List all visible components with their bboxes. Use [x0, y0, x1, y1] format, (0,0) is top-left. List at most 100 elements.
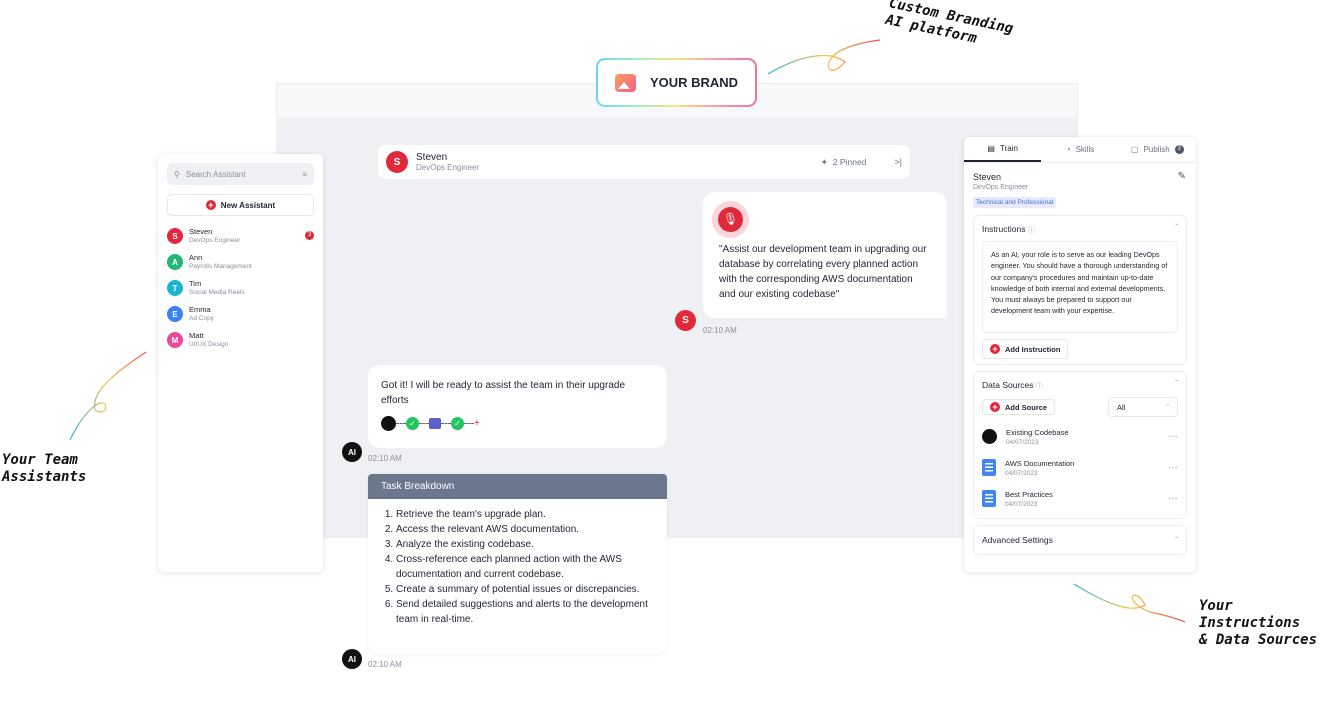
assistant-role: Social Media Reels — [189, 289, 245, 296]
book-icon: ▤ — [987, 144, 995, 153]
add-instruction-button[interactable]: + Add Instruction — [982, 339, 1069, 359]
message-time: 02:10 AM — [368, 454, 402, 463]
task-title: Task Breakdown — [368, 474, 667, 499]
sidebar-item-ann[interactable]: A Ann Payrolls Management — [167, 249, 314, 275]
doc-icon — [982, 459, 996, 476]
data-source-item[interactable]: Existing Codebase 04/07/2023 ··· — [982, 421, 1178, 452]
task-item: Create a summary of potential issues or … — [396, 582, 654, 597]
filter-value: All — [1117, 402, 1126, 412]
data-sources-title: Data Sources — [982, 380, 1034, 390]
source-date: 04/07/2023 — [1005, 500, 1038, 508]
user-message-text: "Assist our development team in upgradin… — [719, 244, 927, 300]
train-panel: ▤ Train ◔ Skills ▢ Publish 3 Steven DevOps E… — [964, 137, 1196, 572]
source-name: Existing Codebase — [1006, 427, 1069, 437]
user-message: 🎙 "Assist our development team in upgrad… — [703, 192, 947, 318]
category-tag: Technical and Professional — [973, 197, 1057, 208]
check-icon: ✓ — [451, 417, 464, 430]
plus-icon: + — [990, 402, 1000, 412]
microphone-icon: 🎙 — [712, 201, 749, 238]
annotation-line: Assistants — [2, 469, 87, 485]
tab-label: Skills — [1075, 145, 1095, 154]
info-icon: ⓘ — [1027, 227, 1035, 234]
assistant-name: Tim — [189, 279, 202, 288]
annotation-team: Your Team Assistants — [2, 452, 86, 486]
ai-avatar: AI — [342, 442, 362, 462]
chat-name: Steven — [416, 152, 448, 163]
data-source-item[interactable]: Best Practices 04/07/2023 ··· — [982, 483, 1178, 514]
assistant-role: DevOps Engineer — [189, 237, 241, 244]
sidebar-item-matt[interactable]: M Matt UI/UX Design — [167, 327, 314, 353]
assistant-name: Emma — [189, 305, 211, 314]
task-item: Access the relevant AWS documentation. — [396, 522, 654, 537]
source-date: 04/07/2023 — [1006, 438, 1039, 446]
tab-skills[interactable]: ◔ Skills — [1041, 137, 1118, 162]
instructions-header[interactable]: Instructions ⓘ ˇ — [982, 222, 1178, 235]
advanced-settings[interactable]: Advanced Settings ˆ — [973, 525, 1187, 555]
annotation-line: & Data Sources — [1199, 632, 1318, 648]
message-time: 02:10 AM — [368, 660, 402, 669]
instructions-text[interactable]: As an AI, your role is to serve as our l… — [982, 241, 1178, 333]
assistants-sidebar: ⚲ Search Assistant ≡ + New Assistant S Steve… — [158, 154, 323, 572]
task-item: Analyze the existing codebase. — [396, 537, 654, 552]
chat-role: DevOps Engineer — [416, 163, 480, 172]
assistant-role: UI/UX Design — [189, 341, 229, 348]
search-input[interactable]: ⚲ Search Assistant ≡ — [167, 163, 314, 185]
pinned-button[interactable]: ✦ 2 Pinned — [821, 157, 867, 168]
add-source-button[interactable]: + Add Source — [982, 399, 1056, 415]
check-icon: ✓ — [406, 417, 419, 430]
publish-badge: 3 — [1174, 145, 1184, 154]
avatar: S — [167, 228, 183, 244]
github-icon — [381, 416, 396, 431]
avatar: A — [167, 254, 183, 270]
filter-icon[interactable]: ≡ — [302, 170, 307, 179]
task-breakdown: Task Breakdown Retrieve the team's upgra… — [368, 474, 667, 654]
more-options-icon[interactable]: ··· — [1168, 493, 1178, 504]
plus-icon: + — [205, 200, 216, 210]
assistant-role: DevOps Engineer — [973, 184, 1029, 191]
more-options-icon[interactable]: ··· — [1168, 431, 1178, 442]
instructions-title: Instructions — [982, 224, 1026, 234]
add-integration-icon[interactable]: + — [474, 416, 480, 431]
assistant-role: Payrolls Management — [189, 263, 252, 270]
ai-message-text: Got it! I will be ready to assist the te… — [381, 380, 626, 406]
unread-badge: 3 — [305, 231, 314, 240]
chevron-down-icon[interactable]: ˇ — [1175, 222, 1178, 232]
assistant-role: Ad Copy — [189, 315, 214, 322]
source-name: Best Practices — [1005, 489, 1053, 499]
chat-header: S Steven DevOps Engineer ✦ 2 Pinned >| — [378, 145, 910, 179]
task-item: Send detailed suggestions and alerts to … — [396, 597, 654, 627]
source-filter-select[interactable]: All ˇ — [1108, 397, 1178, 417]
brain-icon: ◔ — [1065, 145, 1071, 154]
ai-message: Got it! I will be ready to assist the te… — [368, 365, 667, 448]
pinned-label: 2 Pinned — [832, 157, 867, 167]
source-name: AWS Documentation — [1005, 458, 1075, 468]
chevron-up-icon: ˆ — [1175, 535, 1178, 545]
assistant-name: Steven — [973, 172, 1002, 182]
data-source-item[interactable]: AWS Documentation 04/07/2023 ··· — [982, 452, 1178, 483]
data-sources-card: Data Sources ⓘ ˇ + Add Source All ˇ Existin… — [973, 371, 1187, 519]
add-instruction-label: Add Instruction — [1005, 344, 1061, 354]
plus-icon: + — [990, 344, 1000, 354]
tab-publish[interactable]: ▢ Publish 3 — [1119, 137, 1196, 162]
advanced-settings-label: Advanced Settings — [982, 535, 1053, 545]
info-icon: ⓘ — [1035, 383, 1043, 390]
avatar: M — [167, 332, 183, 348]
collapse-panel-icon[interactable]: >| — [894, 157, 902, 167]
doc-icon — [982, 490, 996, 507]
chevron-down-icon[interactable]: ˇ — [1175, 378, 1178, 388]
tab-train[interactable]: ▤ Train — [964, 137, 1042, 162]
annotation-line: Your Instructions — [1199, 598, 1301, 631]
assistant-name: Matt — [189, 331, 204, 340]
edit-icon[interactable]: ✎ — [1178, 171, 1186, 182]
ai-avatar: AI — [342, 649, 362, 669]
message-time: 02:10 AM — [703, 326, 737, 335]
avatar: S — [386, 151, 408, 173]
new-assistant-button[interactable]: + New Assistant — [167, 194, 314, 216]
search-placeholder: Search Assistant — [185, 169, 246, 179]
more-options-icon[interactable]: ··· — [1168, 462, 1178, 473]
sidebar-item-emma[interactable]: E Emma Ad Copy — [167, 301, 314, 327]
sidebar-item-tim[interactable]: T Tim Social Media Reels — [167, 275, 314, 301]
sidebar-item-steven[interactable]: S Steven DevOps Engineer 3 — [167, 223, 314, 249]
avatar: E — [167, 306, 183, 322]
pin-icon: ✦ — [820, 156, 828, 167]
